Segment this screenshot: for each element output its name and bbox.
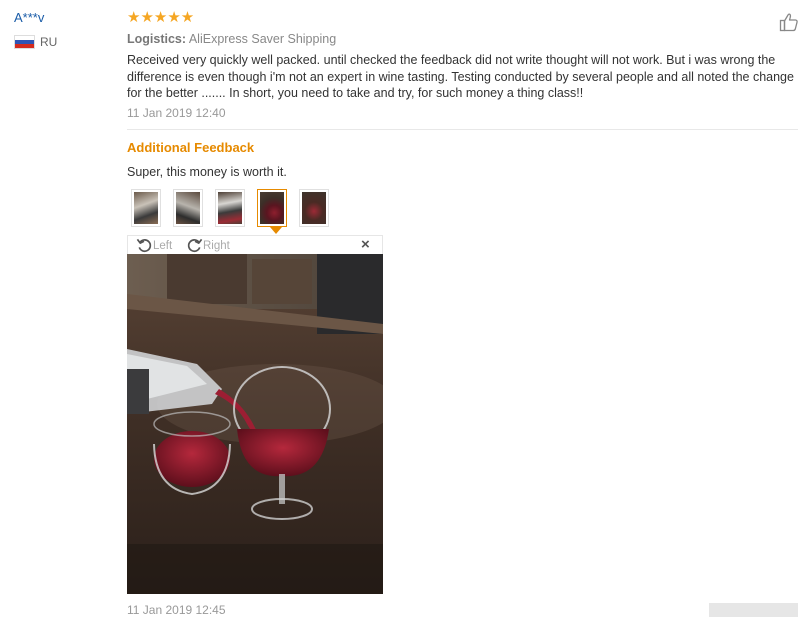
photo-thumbnail[interactable]: [173, 189, 203, 227]
logistics-info: Logistics: AliExpress Saver Shipping: [127, 32, 336, 46]
photo-thumbnail[interactable]: [215, 189, 245, 227]
review-line: Received very quickly well packed. until…: [127, 53, 776, 67]
flag-ru-icon: [14, 35, 35, 49]
logistics-value: AliExpress Saver Shipping: [188, 32, 337, 46]
photo-thumbnail[interactable]: [131, 189, 161, 227]
close-icon[interactable]: ×: [361, 236, 370, 253]
reviewer-country: RU: [14, 35, 57, 49]
review-photo[interactable]: [127, 254, 383, 594]
selected-thumbnail-pointer: [270, 227, 282, 234]
photo-thumbnail-selected[interactable]: [257, 189, 287, 227]
review-text: Received very quickly well packed. until…: [127, 52, 798, 102]
photo-viewer-toolbar: Left Right ×: [127, 235, 383, 254]
star-rating: ★★★★★: [127, 9, 195, 26]
review-date: 11 Jan 2019 12:40: [127, 106, 226, 120]
rotate-right-label: Right: [203, 239, 230, 252]
photo-thumbnails: [131, 189, 341, 227]
divider: [127, 129, 798, 130]
rotate-left-icon: [136, 238, 152, 253]
photo-thumbnail[interactable]: [299, 189, 329, 227]
reviewer-name[interactable]: A***v: [14, 10, 44, 25]
report-button[interactable]: [709, 603, 798, 617]
review-line: difference is even though i'm not an exp…: [127, 69, 794, 84]
additional-feedback-text: Super, this money is worth it.: [127, 165, 287, 179]
rotate-left-label: Left: [153, 239, 173, 252]
rotate-left-button[interactable]: Left: [136, 237, 172, 254]
review-line: for the better ....... In short, you nee…: [127, 86, 584, 100]
rotate-right-icon: [187, 238, 203, 253]
country-code: RU: [40, 35, 58, 49]
additional-feedback-title: Additional Feedback: [127, 140, 255, 155]
logistics-label: Logistics:: [127, 32, 187, 46]
rotate-right-button[interactable]: Right: [186, 237, 230, 254]
thumbs-up-icon[interactable]: [779, 12, 798, 32]
additional-feedback-date: 11 Jan 2019 12:45: [127, 603, 226, 617]
